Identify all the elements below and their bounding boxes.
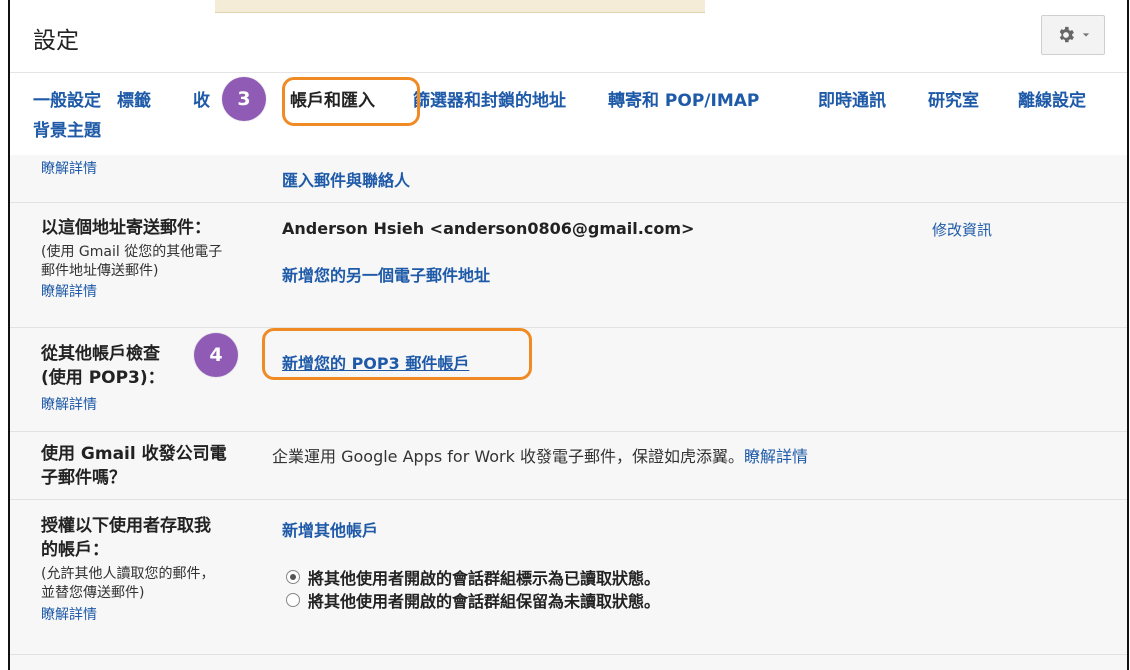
pop3-link-highlight (262, 328, 532, 380)
tab-general[interactable]: 一般設定 (33, 86, 101, 116)
grant-label-1: 授權以下使用者存取我 (41, 516, 211, 536)
import-learn-more-link[interactable]: 瞭解詳情 (41, 159, 97, 179)
tab-inbox[interactable]: 收 (193, 86, 210, 116)
work-email-learn-more-link[interactable]: 瞭解詳情 (744, 447, 808, 466)
edit-info-link[interactable]: 修改資訊 (932, 220, 992, 240)
mark-read-option[interactable]: 將其他使用者開啟的會話群組標示為已讀取狀態。 (286, 565, 660, 589)
send-as-row: 以這個地址寄送郵件： (使用 Gmail 從您的其他電子 郵件地址傳送郵件) 瞭… (10, 203, 1127, 328)
page-title: 設定 (33, 28, 79, 54)
gear-icon (1056, 25, 1076, 45)
step-4-badge: 4 (194, 333, 238, 377)
add-other-account-link[interactable]: 新增其他帳戶 (282, 517, 378, 541)
radio-leave-unread[interactable] (286, 593, 300, 607)
settings-window: 設定 一般設定 標籤 收 帳戶和匯入 篩選器和封鎖的地址 轉寄和 POP/IMA… (8, 0, 1129, 670)
tab-chat[interactable]: 即時通訊 (818, 86, 886, 116)
grant-label-2: 的帳戶： (41, 540, 109, 560)
send-as-sublabel-1: (使用 Gmail 從您的其他電子 (41, 244, 223, 260)
settings-header: 設定 (10, 0, 1127, 73)
grant-access-row: 授權以下使用者存取我 的帳戶： (允許其他人讀取您的郵件， 並替您傳送郵件) 瞭… (10, 500, 1127, 655)
work-email-label-2: 子郵件嗎？ (41, 468, 126, 488)
tab-themes[interactable]: 背景主題 (33, 116, 101, 146)
tab-filters[interactable]: 篩選器和封鎖的地址 (413, 86, 566, 116)
send-as-learn-more-link[interactable]: 瞭解詳情 (41, 282, 97, 302)
add-another-address-link[interactable]: 新增您的另一個電子郵件地址 (282, 262, 490, 286)
send-as-address: Anderson Hsieh <anderson0806@gmail.com> (282, 219, 695, 238)
settings-content: 瞭解詳情 匯入郵件與聯絡人 以這個地址寄送郵件： (使用 Gmail 從您的其他… (10, 155, 1127, 670)
pop3-label-1: 從其他帳戶檢查 (41, 344, 160, 364)
pop3-label-2: (使用 POP3)： (41, 368, 165, 388)
tab-forwarding[interactable]: 轉寄和 POP/IMAP (608, 86, 759, 116)
tab-labs[interactable]: 研究室 (928, 86, 979, 116)
chevron-down-icon (1082, 31, 1090, 39)
mark-read-option-label: 將其他使用者開啟的會話群組標示為已讀取狀態。 (308, 569, 661, 588)
work-email-label-1: 使用 Gmail 收發公司電 (41, 444, 227, 464)
work-email-description: 企業運用 Google Apps for Work 收發電子郵件，保證如虎添翼。… (272, 443, 808, 467)
accounts-tab-highlight (282, 77, 420, 126)
work-email-row: 使用 Gmail 收發公司電 子郵件嗎？ 企業運用 Google Apps fo… (10, 432, 1127, 500)
work-email-text: 企業運用 Google Apps for Work 收發電子郵件，保證如虎添翼。 (272, 447, 744, 466)
step-3-badge: 3 (222, 77, 266, 121)
settings-gear-button[interactable] (1041, 15, 1105, 55)
send-as-sublabel-2: 郵件地址傳送郵件) (41, 263, 159, 279)
grant-sublabel-1: (允許其他人讀取您的郵件， (41, 566, 215, 582)
grant-learn-more-link[interactable]: 瞭解詳情 (41, 605, 97, 625)
radio-mark-read[interactable] (286, 570, 300, 584)
leave-unread-option[interactable]: 將其他使用者開啟的會話群組保留為未讀取狀態。 (286, 588, 660, 612)
leave-unread-option-label: 將其他使用者開啟的會話群組保留為未讀取狀態。 (308, 592, 661, 611)
send-as-label: 以這個地址寄送郵件： (41, 218, 211, 238)
grant-sublabel-2: 並替您傳送郵件) (41, 585, 145, 601)
pop3-row: 從其他帳戶檢查 (使用 POP3)： 瞭解詳情 新增您的 POP3 郵件帳戶 (10, 328, 1127, 432)
tab-offline[interactable]: 離線設定 (1018, 86, 1086, 116)
import-mail-contacts-link[interactable]: 匯入郵件與聯絡人 (282, 167, 410, 191)
import-row: 瞭解詳情 匯入郵件與聯絡人 (10, 155, 1127, 203)
tab-labels[interactable]: 標籤 (117, 86, 151, 116)
pop3-learn-more-link[interactable]: 瞭解詳情 (41, 395, 97, 415)
